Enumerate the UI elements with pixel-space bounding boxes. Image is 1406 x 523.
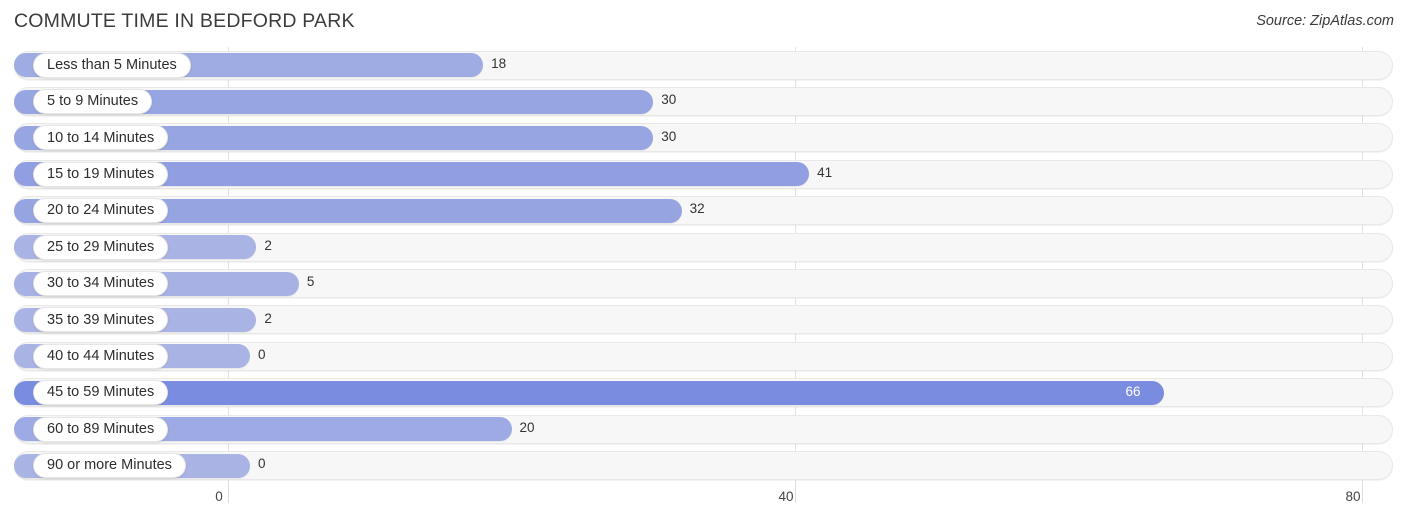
bar-value-label: 32 <box>689 201 705 217</box>
chart-container: COMMUTE TIME IN BEDFORD PARK Source: Zip… <box>0 0 1406 523</box>
bar-value-label: 0 <box>258 456 266 472</box>
category-label-text: 25 to 29 Minutes <box>47 238 155 255</box>
category-label-text: 20 to 24 Minutes <box>47 202 155 219</box>
category-label-text: 45 to 59 Minutes <box>47 384 155 401</box>
category-label-pill[interactable]: Less than 5 Minutes <box>33 52 191 78</box>
chart-title: COMMUTE TIME IN BEDFORD PARK <box>14 10 355 32</box>
category-label-text: Less than 5 Minutes <box>47 56 177 73</box>
bar-value-label: 20 <box>519 419 535 435</box>
bar-value-label: 30 <box>661 128 677 144</box>
category-label-pill[interactable]: 45 to 59 Minutes <box>33 380 169 406</box>
chart-row[interactable]: 15 to 19 Minutes 41 <box>0 156 1406 192</box>
axis-tick-label: 0 <box>215 489 223 504</box>
chart-row[interactable]: 5 to 9 Minutes 30 <box>0 83 1406 119</box>
category-label-text: 90 or more Minutes <box>47 457 172 474</box>
category-label-text: 40 to 44 Minutes <box>47 348 155 365</box>
category-label-text: 35 to 39 Minutes <box>47 311 155 328</box>
chart-row[interactable]: Less than 5 Minutes 18 <box>0 47 1406 83</box>
chart-row[interactable]: 25 to 29 Minutes 2 <box>0 229 1406 265</box>
category-label-text: 30 to 34 Minutes <box>47 275 155 292</box>
bar-value-label: 0 <box>258 346 266 362</box>
axis-tick-label: 40 <box>778 489 794 504</box>
axis-tick-label: 80 <box>1345 489 1361 504</box>
bar-value-label: 41 <box>817 164 833 180</box>
category-label-pill[interactable]: 25 to 29 Minutes <box>33 234 169 260</box>
category-label-text: 10 to 14 Minutes <box>47 129 155 146</box>
bar-value-label: 66 <box>1125 383 1141 399</box>
chart-row[interactable]: 60 to 89 Minutes 20 <box>0 411 1406 447</box>
category-label-pill[interactable]: 5 to 9 Minutes <box>33 88 153 114</box>
axis-tick-mark <box>795 485 796 503</box>
chart-row[interactable]: 20 to 24 Minutes 32 <box>0 193 1406 229</box>
bar-value-label: 30 <box>661 92 677 108</box>
category-label-text: 15 to 19 Minutes <box>47 166 155 183</box>
axis-tick-mark <box>228 485 229 503</box>
chart-row[interactable]: 30 to 34 Minutes 5 <box>0 265 1406 301</box>
bar-value-label: 2 <box>264 237 272 253</box>
bar-value-label: 5 <box>306 274 315 290</box>
category-label-text: 60 to 89 Minutes <box>47 420 155 437</box>
chart-row[interactable]: 35 to 39 Minutes 2 <box>0 302 1406 338</box>
chart-row[interactable]: 40 to 44 Minutes 0 <box>0 338 1406 374</box>
category-label-pill[interactable]: 35 to 39 Minutes <box>33 307 169 333</box>
category-label-pill[interactable]: 15 to 19 Minutes <box>33 161 169 187</box>
category-label-pill[interactable]: 30 to 34 Minutes <box>33 270 169 296</box>
x-axis: 0 40 80 <box>0 485 1406 523</box>
category-label-pill[interactable]: 60 to 89 Minutes <box>33 416 169 442</box>
plot-area: Less than 5 Minutes 18 5 to 9 Minutes 30 10 … <box>0 47 1406 485</box>
source-attribution: Source: ZipAtlas.com <box>1256 13 1394 29</box>
bar-value-label: 2 <box>264 310 272 326</box>
chart-row[interactable]: 10 to 14 Minutes 30 <box>0 120 1406 156</box>
axis-tick-mark <box>1362 485 1363 503</box>
value-bar[interactable] <box>14 380 1164 405</box>
category-label-text: 5 to 9 Minutes <box>47 93 139 110</box>
category-label-pill[interactable]: 90 or more Minutes <box>33 452 186 478</box>
bar-value-label: 18 <box>491 55 507 71</box>
chart-row[interactable]: 90 or more Minutes 0 <box>0 447 1406 483</box>
category-label-pill[interactable]: 40 to 44 Minutes <box>33 343 169 369</box>
chart-row[interactable]: 45 to 59 Minutes 66 <box>0 375 1406 411</box>
category-label-pill[interactable]: 20 to 24 Minutes <box>33 198 169 224</box>
category-label-pill[interactable]: 10 to 14 Minutes <box>33 125 169 151</box>
